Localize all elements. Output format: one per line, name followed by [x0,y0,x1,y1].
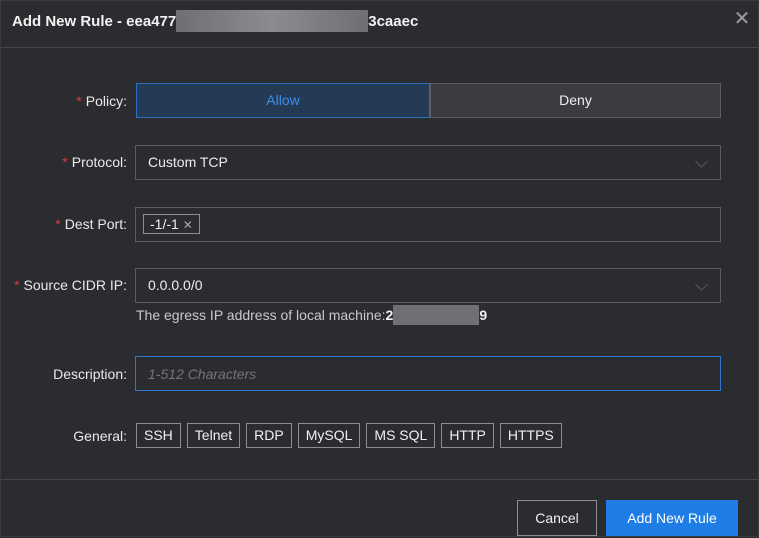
policy-deny-option[interactable]: Deny [430,83,721,118]
general-label: General: [7,428,127,444]
source-cidr-label-text: Source CIDR IP: [23,277,127,293]
dest-port-input[interactable]: -1/-1 ✕ [135,207,721,242]
required-marker: * [55,216,61,232]
policy-label: * Policy: [7,93,127,109]
protocol-label-text: Protocol: [71,154,127,170]
protocol-select[interactable]: Custom TCP [135,145,721,180]
preset-ssh-button[interactable]: SSH [136,423,181,448]
add-rule-dialog: Add New Rule - eea477 3caaec ✕ * Policy: A… [0,0,759,537]
dialog-title-suffix: 3caaec [368,13,419,31]
source-cidr-value: 0.0.0.0/0 [148,277,203,293]
close-icon[interactable]: ✕ [730,7,754,31]
required-marker: * [14,277,20,293]
source-cidr-label: * Source CIDR IP: [7,277,127,293]
chevron-down-icon [695,155,708,168]
egress-ip-hint: The egress IP address of local machine:2… [136,304,488,325]
preset-mssql-button[interactable]: MS SQL [366,423,436,448]
redacted-id-block [176,10,369,32]
dialog-header: Add New Rule - eea477 3caaec ✕ [1,1,758,48]
egress-ip-hint-text: The egress IP address of local machine: [136,307,386,323]
chevron-down-icon [695,278,708,291]
preset-rdp-button[interactable]: RDP [246,423,292,448]
description-input[interactable] [135,356,721,391]
required-marker: * [62,154,68,170]
preset-telnet-button[interactable]: Telnet [186,423,241,448]
dest-port-tag-text: -1/-1 [150,216,179,232]
description-label: Description: [7,366,127,382]
preset-https-button[interactable]: HTTPS [499,423,562,448]
required-marker: * [76,93,82,109]
egress-ip-suffix: 9 [479,307,488,323]
description-label-text: Description: [53,366,127,382]
preset-mysql-button[interactable]: MySQL [297,423,361,448]
general-presets: SSH Telnet RDP MySQL MS SQL HTTP HTTPS [136,423,568,449]
egress-ip-prefix: 2 [385,307,394,323]
dialog-title: Add New Rule - eea477 3caaec [12,10,419,35]
add-new-rule-button[interactable]: Add New Rule [606,500,738,536]
protocol-value: Custom TCP [148,154,228,170]
redacted-ip-block [393,304,480,325]
general-label-text: General: [73,428,127,444]
dest-port-label: * Dest Port: [7,216,127,232]
protocol-label: * Protocol: [7,154,127,170]
cancel-button[interactable]: Cancel [517,500,597,536]
policy-label-text: Policy: [85,93,127,109]
policy-allow-option[interactable]: Allow [136,83,430,118]
source-cidr-select[interactable]: 0.0.0.0/0 [135,268,721,303]
remove-tag-icon[interactable]: ✕ [183,218,193,232]
dialog-title-prefix: Add New Rule - eea477 [12,13,177,31]
dest-port-label-text: Dest Port: [64,216,127,232]
dest-port-tag: -1/-1 ✕ [143,214,200,234]
preset-http-button[interactable]: HTTP [441,423,494,448]
